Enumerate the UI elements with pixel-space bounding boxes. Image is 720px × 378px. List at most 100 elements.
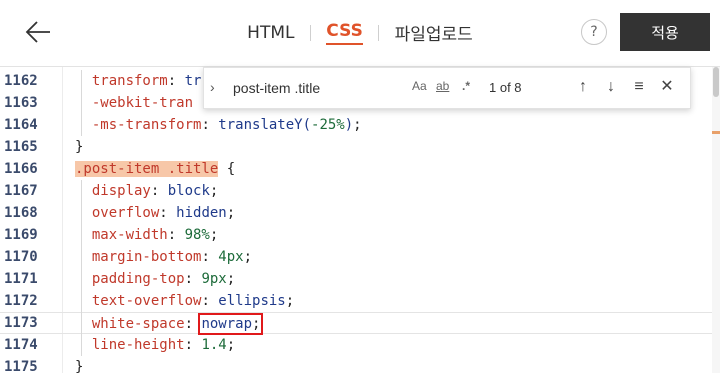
css-value: 1.4 [201, 337, 227, 353]
find-widget: › Aa ab .* 1 of 8 ↑ ↓ ≡ ✕ [203, 67, 691, 109]
css-value: nowrap [201, 316, 253, 332]
code-area[interactable]: transform: tr -webkit-tran ); -ms-transf… [0, 67, 712, 375]
tab-file-upload[interactable]: 파일업로드 [395, 20, 473, 45]
apply-button[interactable]: 적용 [620, 13, 710, 51]
css-function: ) [344, 117, 354, 133]
close-icon[interactable]: ✕ [657, 76, 677, 98]
css-punctuation: : [159, 205, 177, 221]
chevron-right-icon[interactable]: › [210, 79, 215, 95]
css-value: ellipsis [218, 293, 286, 309]
css-property: padding-top [91, 271, 185, 287]
find-in-selection-icon[interactable]: ≡ [629, 76, 649, 98]
css-property: -ms-transform [91, 117, 202, 133]
css-punctuation: ; [226, 271, 236, 287]
tab-css[interactable]: CSS [326, 21, 363, 45]
regex-toggle[interactable]: .* [462, 79, 470, 93]
css-function: translateY( [218, 117, 312, 133]
opening-brace: { [218, 161, 236, 177]
css-property: display [91, 183, 151, 199]
code-line[interactable]: transform: tr [75, 70, 202, 92]
css-number: -25% [311, 117, 345, 133]
css-punctuation: : [184, 337, 202, 353]
code-line[interactable]: .post-item .title { [75, 158, 235, 180]
css-value: hidden [176, 205, 227, 221]
highlighted-value-box: nowrap; [198, 313, 264, 335]
css-punctuation: ; [209, 227, 219, 243]
line-number: 1167 [4, 183, 38, 199]
code-line[interactable]: display: block; [75, 180, 218, 202]
css-punctuation: : [201, 293, 219, 309]
css-punctuation: : [150, 183, 168, 199]
css-value: 98% [184, 227, 210, 243]
css-punctuation: ; [209, 183, 219, 199]
editor-scrollbar[interactable] [712, 67, 720, 373]
css-value: tr [184, 73, 202, 89]
code-line[interactable]: -ms-transform: translateY(-25%); [75, 114, 362, 136]
code-line[interactable]: line-height: 1.4; [75, 334, 235, 356]
line-number: 1163 [4, 95, 38, 111]
match-count: 1 of 8 [489, 80, 522, 95]
scrollbar-thumb[interactable] [713, 67, 719, 97]
indent-guide [81, 180, 82, 356]
css-punctuation: ; [243, 249, 253, 265]
scrollbar-match-marker [712, 131, 720, 134]
code-line[interactable]: max-width: 98%; [75, 224, 218, 246]
css-punctuation: ; [353, 117, 362, 133]
code-line[interactable]: text-overflow: ellipsis; [75, 290, 294, 312]
css-property: line-height [91, 337, 185, 353]
line-number: 1170 [4, 249, 38, 265]
css-property: -webkit-tran [91, 95, 194, 111]
css-property: text-overflow [91, 293, 202, 309]
line-number: 1168 [4, 205, 38, 221]
closing-brace: } [75, 139, 84, 155]
css-value: block [167, 183, 210, 199]
code-line[interactable]: } [75, 356, 83, 378]
css-punctuation: : [167, 73, 185, 89]
css-punctuation: ; [226, 205, 236, 221]
previous-match-arrow-icon[interactable]: ↑ [573, 76, 593, 98]
css-property: max-width [91, 227, 168, 243]
line-number: 1174 [4, 337, 38, 353]
line-number: 1165 [4, 139, 38, 155]
code-line[interactable]: overflow: hidden; [75, 202, 235, 224]
css-property: overflow [91, 205, 160, 221]
line-number: 1172 [4, 293, 38, 309]
tab-divider [309, 24, 311, 41]
line-number: 1175 [4, 359, 38, 375]
css-punctuation: ; [226, 337, 236, 353]
css-value: 4px [218, 249, 244, 265]
line-number: 1169 [4, 227, 38, 243]
help-button[interactable]: ? [581, 19, 607, 45]
css-punctuation: : [184, 271, 202, 287]
line-number: 1171 [4, 271, 38, 287]
line-number: 1162 [4, 73, 38, 89]
indent-guide [81, 70, 82, 136]
code-line[interactable]: margin-bottom: 4px; [75, 246, 252, 268]
code-line[interactable]: padding-top: 9px; [75, 268, 235, 290]
line-number: 1164 [4, 117, 38, 133]
css-punctuation: : [201, 117, 219, 133]
code-editor[interactable]: 1162 1163 1164 1165 1166 1167 1168 1169 1170 1171… [0, 67, 712, 375]
editor-tabs: HTML CSS 파일업로드 [0, 20, 720, 46]
css-value: 9px [201, 271, 227, 287]
top-bar: HTML CSS 파일업로드 ? 적용 [0, 0, 720, 67]
tab-html[interactable]: HTML [247, 23, 294, 43]
css-punctuation: ; [252, 316, 261, 332]
css-punctuation: : [167, 227, 185, 243]
css-selector-match: .post-item .title [75, 161, 219, 177]
match-case-toggle[interactable]: Aa [412, 79, 427, 93]
code-line[interactable]: white-space: nowrap; [0, 312, 712, 335]
css-punctuation: ; [285, 293, 295, 309]
next-match-arrow-icon[interactable]: ↓ [601, 76, 621, 98]
find-input[interactable] [231, 77, 415, 99]
match-whole-word-toggle[interactable]: ab [436, 79, 449, 93]
code-line[interactable]: } [75, 136, 83, 158]
